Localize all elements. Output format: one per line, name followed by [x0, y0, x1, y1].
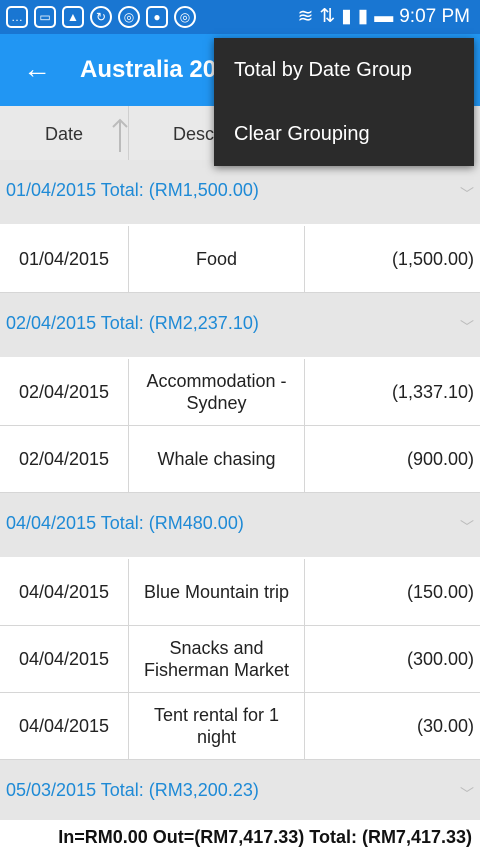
group-header[interactable]: 04/04/2015 Total: (RM480.00) ﹀: [0, 493, 480, 557]
row-date: 02/04/2015: [0, 426, 129, 492]
group-total-label: 01/04/2015 Total: (RM1,500.00): [6, 180, 259, 200]
row-amount: (300.00): [406, 648, 474, 669]
chrome-icon: ◎: [118, 6, 140, 28]
menu-item-clear-grouping[interactable]: Clear Grouping: [214, 102, 474, 166]
row-description: Snacks and Fisherman Market: [129, 626, 305, 692]
chat-icon: …: [6, 6, 28, 28]
row-date: 01/04/2015: [0, 226, 129, 292]
row-amount: (150.00): [406, 581, 474, 602]
row-amount: (30.00): [416, 715, 474, 736]
table-row[interactable]: 02/04/2015 Whale chasing (900.00): [0, 426, 480, 493]
image-icon: ▲: [62, 6, 84, 28]
row-description: Food: [129, 226, 305, 292]
group-total-label: 02/04/2015 Total: (RM2,237.10): [6, 313, 259, 333]
chevron-down-icon[interactable]: ﹀: [460, 317, 474, 337]
group-total-label: 04/04/2015 Total: (RM480.00): [6, 513, 244, 533]
table-row[interactable]: 02/04/2015 Accommodation - Sydney (1,337…: [0, 359, 480, 426]
chevron-down-icon[interactable]: ﹀: [460, 517, 474, 537]
clock: 9:07 PM: [399, 5, 470, 27]
page-title: Australia 20: [80, 56, 215, 83]
chrome-icon: ◎: [174, 6, 196, 28]
sync-icon: ↻: [90, 6, 112, 28]
row-description: Whale chasing: [129, 426, 305, 492]
row-date: 02/04/2015: [0, 359, 129, 425]
table-row[interactable]: 04/04/2015 Snacks and Fisherman Market (…: [0, 626, 480, 693]
row-date: 04/04/2015: [0, 693, 129, 759]
row-amount: (1,500.00): [391, 248, 474, 269]
status-bar: … ▭ ▲ ↻ ◎ ● ◎ ≋ ⇅ ▮ ▮ ▬ 9:07 PM: [0, 0, 480, 34]
battery-icon: ▬: [374, 5, 394, 27]
screen-icon: ▭: [34, 6, 56, 28]
summary-text: In=RM0.00 Out=(RM7,417.33) Total: (RM7,4…: [58, 826, 472, 847]
group-total-label: 05/03/2015 Total: (RM3,200.23): [6, 780, 259, 800]
table-row[interactable]: 01/04/2015 Food (1,500.00): [0, 226, 480, 293]
menu-item-label: Total by Date Group: [234, 58, 412, 81]
row-amount: (1,337.10): [391, 381, 474, 402]
table-row[interactable]: 04/04/2015 Blue Mountain trip (150.00): [0, 559, 480, 626]
summary-footer: In=RM0.00 Out=(RM7,417.33) Total: (RM7,4…: [0, 820, 480, 854]
transfer-icon: ⇅: [319, 6, 336, 27]
chevron-down-icon[interactable]: ﹀: [460, 184, 474, 204]
signal-1-icon: ▮: [341, 6, 352, 27]
column-description-label: Desc: [173, 123, 215, 144]
system-icons: ≋ ⇅ ▮ ▮ ▬ 9:07 PM: [297, 5, 470, 28]
row-date: 04/04/2015: [0, 559, 129, 625]
chevron-down-icon[interactable]: ﹀: [460, 784, 474, 804]
wifi-icon: ≋: [297, 6, 314, 27]
notification-icons: … ▭ ▲ ↻ ◎ ● ◎: [6, 6, 196, 28]
row-amount: (900.00): [406, 448, 474, 469]
column-date-label: Date: [44, 123, 84, 144]
shield-icon: ●: [146, 6, 168, 28]
back-arrow-icon[interactable]: ←: [22, 53, 52, 84]
table-row[interactable]: 04/04/2015 Tent rental for 1 night (30.0…: [0, 693, 480, 760]
menu-item-label: Clear Grouping: [234, 122, 370, 145]
row-description: Accommodation - Sydney: [129, 359, 305, 425]
row-description: Tent rental for 1 night: [129, 693, 305, 759]
signal-2-icon: ▮: [357, 6, 369, 27]
menu-item-total-by-date-group[interactable]: Total by Date Group: [214, 38, 474, 102]
group-header[interactable]: 02/04/2015 Total: (RM2,237.10) ﹀: [0, 293, 480, 357]
row-description: Blue Mountain trip: [129, 559, 305, 625]
row-date: 04/04/2015: [0, 626, 129, 692]
group-header[interactable]: 05/03/2015 Total: (RM3,200.23) ﹀: [0, 760, 480, 824]
sort-ascending-icon[interactable]: [110, 116, 130, 154]
overflow-menu: Total by Date Group Clear Grouping: [214, 38, 474, 166]
group-header[interactable]: 01/04/2015 Total: (RM1,500.00) ﹀: [0, 160, 480, 224]
